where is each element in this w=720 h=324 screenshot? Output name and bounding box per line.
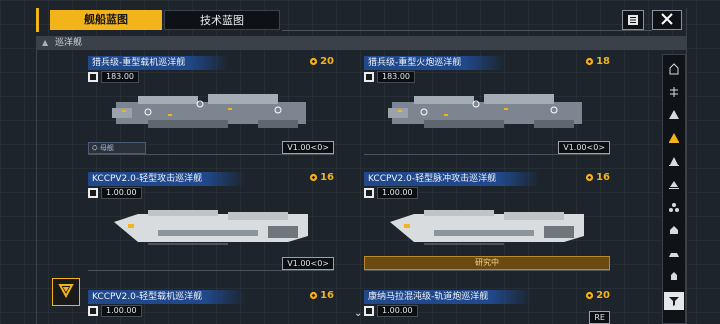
- ship-card[interactable]: 康纳马拉混沌级-轨道炮巡洋舰 20 1.00.00 RE: [364, 290, 610, 324]
- ship-cost: 20: [585, 290, 610, 301]
- sidebar-item[interactable]: [666, 199, 682, 215]
- ship-illustration: [384, 84, 594, 138]
- top-tab-bar: 舰船蓝图 技术蓝图: [36, 8, 686, 32]
- tab-bar-decoration: [36, 8, 46, 32]
- ship-title: KCCPV2.0-轻型载机巡洋舰: [88, 290, 247, 304]
- collapse-arrow-icon: ▲: [42, 38, 49, 47]
- fighter-icon: [669, 203, 679, 212]
- tab-tech-blueprint[interactable]: 技术蓝图: [164, 10, 280, 30]
- cost-icon: [585, 291, 594, 300]
- ship-card[interactable]: KCCPV2.0-轻型攻击巡洋舰 16 1.00.00 V1.00<0>: [88, 172, 334, 284]
- cost-icon: [585, 57, 594, 66]
- filter-icon: [668, 292, 680, 311]
- list-button[interactable]: [622, 10, 644, 30]
- card-divider: [364, 270, 610, 271]
- sidebar-item[interactable]: [666, 153, 682, 169]
- close-icon: [660, 11, 674, 30]
- ship-title: 猎兵级-重型载机巡洋舰: [88, 56, 230, 70]
- cost-icon: [585, 173, 594, 182]
- ship-length-icon: [88, 72, 98, 82]
- section-header[interactable]: ▲ 巡洋舰: [36, 36, 686, 50]
- sidebar-item[interactable]: [666, 84, 682, 100]
- module-icon: [364, 188, 374, 198]
- sidebar-item[interactable]: [666, 245, 682, 261]
- ship-stat: 183.00: [364, 71, 415, 83]
- destroyer-icon: [669, 110, 679, 119]
- ship-cost: 16: [309, 172, 334, 183]
- cost-icon: [309, 173, 318, 182]
- version-label: V1.00<0>: [282, 257, 334, 270]
- ship-title: 猎兵级-重型火炮巡洋舰: [364, 56, 506, 70]
- close-button[interactable]: [652, 10, 682, 30]
- module-icon: [364, 306, 374, 316]
- battleship-icon: [670, 226, 678, 234]
- scroll-down-icon[interactable]: ⌄: [354, 308, 362, 319]
- sidebar-item[interactable]: [666, 130, 682, 146]
- ship-card[interactable]: KCCPV2.0-轻型脉冲攻击巡洋舰 16 1.00.00 研究中: [364, 172, 610, 284]
- ship-stat: 1.00.00: [88, 305, 142, 317]
- capital-icon: [671, 272, 677, 280]
- ship-category-badge[interactable]: [52, 278, 80, 306]
- cost-icon: [309, 57, 318, 66]
- ship-cost: 16: [585, 172, 610, 183]
- ship-cost: 18: [585, 56, 610, 67]
- version-label: RE: [589, 311, 610, 324]
- ship-cost: 16: [309, 290, 334, 301]
- tab-ship-blueprint[interactable]: 舰船蓝图: [50, 10, 162, 30]
- carrier-icon: [670, 87, 678, 97]
- ship-stat: 183.00: [88, 71, 139, 83]
- all-ships-icon: [669, 63, 679, 75]
- version-label: V1.00<0>: [558, 141, 610, 154]
- module-icon: [88, 306, 98, 316]
- sidebar-item[interactable]: [666, 222, 682, 238]
- ship-title: KCCPV2.0-轻型脉冲攻击巡洋舰: [364, 172, 541, 186]
- ship-length-icon: [364, 72, 374, 82]
- ship-stat: 1.00.00: [364, 187, 418, 199]
- corvette-icon: [669, 181, 679, 189]
- research-status: 研究中: [364, 256, 610, 270]
- filter-button[interactable]: [664, 292, 684, 310]
- ship-illustration: [384, 200, 594, 254]
- category-sidebar: [662, 54, 686, 324]
- ship-card[interactable]: 猎兵级-重型火炮巡洋舰 18 183.00 V1.00<0>: [364, 56, 610, 168]
- frame-right: [686, 8, 687, 324]
- ship-card[interactable]: KCCPV2.0-轻型载机巡洋舰 16 1.00.00: [88, 290, 334, 324]
- ship-illustration: [108, 200, 318, 254]
- card-divider: [364, 154, 610, 155]
- sidebar-item[interactable]: [666, 268, 682, 284]
- ship-card[interactable]: 猎兵级-重型载机巡洋舰 20 183.00 ⛭ 母舰 V1.00<0>: [88, 56, 334, 168]
- submarine-icon: [669, 253, 679, 257]
- ship-illustration: [108, 84, 318, 138]
- card-divider: [88, 270, 334, 271]
- carrier-icon: ⛭: [92, 144, 100, 152]
- sidebar-item[interactable]: [666, 107, 682, 123]
- frigate-icon: [669, 157, 679, 166]
- ship-title: KCCPV2.0-轻型攻击巡洋舰: [88, 172, 247, 186]
- ship-stat: 1.00.00: [364, 305, 418, 317]
- version-label: V1.00<0>: [282, 141, 334, 154]
- section-label: 巡洋舰: [55, 38, 83, 48]
- cost-icon: [309, 291, 318, 300]
- ship-tag: ⛭ 母舰: [88, 142, 146, 154]
- card-divider: [88, 154, 334, 155]
- module-icon: [88, 188, 98, 198]
- ship-title: 康纳马拉混沌级-轨道炮巡洋舰: [364, 290, 533, 304]
- ship-cost: 20: [309, 56, 334, 67]
- sidebar-item[interactable]: [666, 61, 682, 77]
- list-icon: [627, 11, 639, 30]
- cruiser-icon: [669, 133, 679, 143]
- top-divider: [282, 30, 652, 31]
- sidebar-item[interactable]: [666, 176, 682, 192]
- emblem-icon: [57, 281, 75, 303]
- ship-stat: 1.00.00: [88, 187, 142, 199]
- frame-left: [36, 50, 37, 324]
